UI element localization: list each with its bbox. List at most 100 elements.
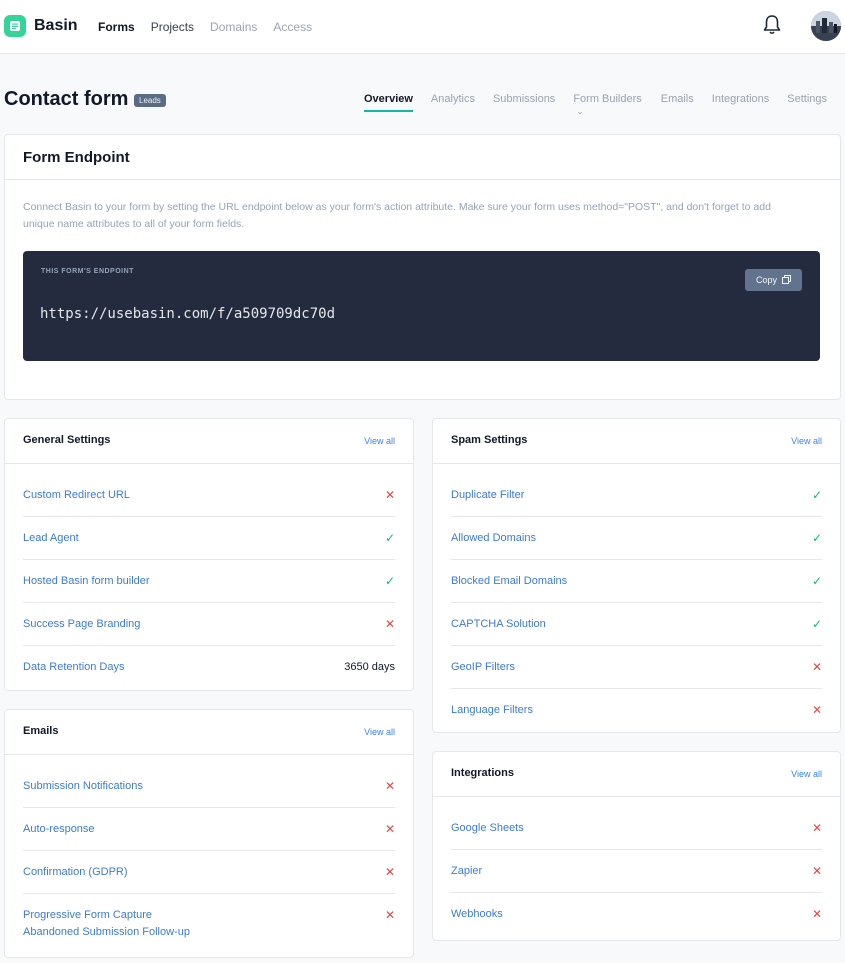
setting-label[interactable]: GeoIP Filters [451,661,515,673]
setting-row: Progressive Form Capture Abandoned Submi… [23,894,395,946]
check-icon: ✓ [811,617,822,631]
logo[interactable]: Basin [4,15,78,37]
copy-button[interactable]: Copy [745,269,802,291]
general-settings-card: General Settings View all Custom Redirec… [4,418,414,691]
setting-label[interactable]: Webhooks [451,908,503,920]
check-icon: ✓ [811,531,822,545]
tab-submissions[interactable]: Submissions [493,93,555,113]
tab-form-builders[interactable]: Form Builders⌄ [573,93,642,116]
copy-button-label: Copy [755,275,777,285]
nav-projects[interactable]: Projects [151,20,194,34]
x-icon: ✕ [384,908,395,922]
check-icon: ✓ [811,488,822,502]
tab-settings[interactable]: Settings [787,93,827,113]
setting-row: CAPTCHA Solution ✓ [451,603,822,646]
form-endpoint-description: Connect Basin to your form by setting th… [23,201,771,230]
x-icon: ✕ [811,703,822,717]
x-icon: ✕ [384,617,395,631]
setting-label[interactable]: Duplicate Filter [451,489,524,501]
form-tabs: Overview Analytics Submissions Form Buil… [364,93,845,116]
spam-settings-card: Spam Settings View all Duplicate Filter … [432,418,841,733]
top-nav: Basin Forms Projects Domains Access [0,0,845,54]
setting-row: Language Filters ✕ [451,689,822,731]
setting-label[interactable]: CAPTCHA Solution [451,618,546,630]
setting-row: Lead Agent ✓ [23,517,395,560]
setting-row: Webhooks ✕ [451,893,822,935]
emails-title: Emails [23,725,59,737]
nav-access[interactable]: Access [273,20,312,34]
setting-row: Zapier ✕ [451,850,822,893]
x-icon: ✕ [384,865,395,879]
avatar[interactable] [811,11,841,41]
integrations-card: Integrations View all Google Sheets ✕ Za… [432,751,841,941]
nav-domains[interactable]: Domains [210,20,257,34]
x-icon: ✕ [811,821,822,835]
integrations-header: Integrations View all [433,752,840,797]
general-settings-view-all[interactable]: View all [364,436,395,446]
check-icon: ✓ [811,574,822,588]
setting-label[interactable]: Custom Redirect URL [23,489,130,501]
x-icon: ✕ [384,822,395,836]
general-settings-title: General Settings [23,434,111,446]
tab-analytics[interactable]: Analytics [431,93,475,113]
form-endpoint-card: Form Endpoint Connect Basin to your form… [4,134,841,400]
tab-overview[interactable]: Overview [364,93,413,113]
integrations-title: Integrations [451,767,514,779]
setting-row: Auto-response ✕ [23,808,395,851]
tab-emails[interactable]: Emails [661,93,694,113]
form-endpoint-title: Form Endpoint [23,149,130,166]
setting-label[interactable]: Zapier [451,865,482,877]
setting-label[interactable]: Submission Notifications [23,780,143,792]
setting-row: Confirmation (GDPR) ✕ [23,851,395,894]
setting-row: GeoIP Filters ✕ [451,646,822,689]
endpoint-box: THIS FORM'S ENDPOINT https://usebasin.co… [23,251,820,361]
setting-row: Google Sheets ✕ [451,807,822,850]
tab-form-builders-label: Form Builders [573,93,642,105]
endpoint-url[interactable]: https://usebasin.com/f/a509709dc70d [40,306,335,322]
spam-settings-header: Spam Settings View all [433,419,840,464]
x-icon: ✕ [384,779,395,793]
setting-row: Submission Notifications ✕ [23,765,395,808]
emails-card: Emails View all Submission Notifications… [4,709,414,958]
tab-integrations[interactable]: Integrations [712,93,769,113]
setting-label[interactable]: Allowed Domains [451,532,536,544]
app-name: Basin [34,17,78,34]
integrations-view-all[interactable]: View all [791,769,822,779]
setting-row: Custom Redirect URL ✕ [23,474,395,517]
setting-label[interactable]: Auto-response [23,823,95,835]
setting-row: Success Page Branding ✕ [23,603,395,646]
spam-settings-view-all[interactable]: View all [791,436,822,446]
retention-value: 3650 days [344,661,395,673]
basin-logo-icon [4,15,26,37]
page-title: Contact form [4,88,129,110]
setting-row: Allowed Domains ✓ [451,517,822,560]
emails-header: Emails View all [5,710,413,755]
setting-label[interactable]: Success Page Branding [23,618,140,630]
setting-label[interactable]: Confirmation (GDPR) [23,866,128,878]
setting-label[interactable]: Language Filters [451,704,533,716]
nav-forms[interactable]: Forms [98,20,135,34]
leads-badge: Leads [134,94,166,107]
copy-icon [782,274,791,286]
bell-icon[interactable] [762,14,782,36]
emails-view-all[interactable]: View all [364,727,395,737]
setting-label[interactable]: Lead Agent [23,532,79,544]
x-icon: ✕ [384,488,395,502]
setting-label[interactable]: Hosted Basin form builder [23,575,150,587]
setting-row: Hosted Basin form builder ✓ [23,560,395,603]
endpoint-label: THIS FORM'S ENDPOINT [41,268,134,275]
chevron-down-icon: ⌄ [576,106,584,116]
x-icon: ✕ [811,660,822,674]
setting-label[interactable]: Blocked Email Domains [451,575,567,587]
spam-settings-title: Spam Settings [451,434,528,446]
x-icon: ✕ [811,907,822,921]
setting-label-secondary[interactable]: Abandoned Submission Follow-up [23,926,190,938]
form-endpoint-header: Form Endpoint [5,135,840,180]
x-icon: ✕ [811,864,822,878]
setting-label[interactable]: Data Retention Days [23,661,125,673]
setting-label[interactable]: Progressive Form Capture [23,909,152,921]
check-icon: ✓ [384,531,395,545]
setting-row: Data Retention Days 3650 days [23,646,395,688]
general-settings-header: General Settings View all [5,419,413,464]
setting-label[interactable]: Google Sheets [451,822,524,834]
